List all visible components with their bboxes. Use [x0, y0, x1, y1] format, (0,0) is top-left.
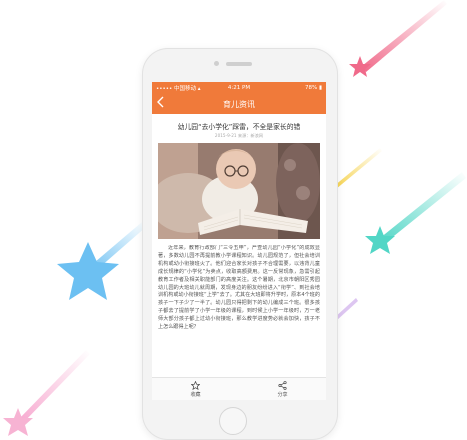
share-button[interactable]: 分享: [239, 378, 326, 400]
status-bar: ••••• 中国移动 ▴ 4:21 PM 78% ▮: [152, 82, 326, 94]
front-camera: [214, 61, 219, 66]
star-outline-icon: [191, 380, 200, 390]
page-title: 育儿资讯: [223, 99, 255, 109]
phone-speaker: [226, 62, 252, 66]
article-image: [158, 143, 320, 239]
light-pink-shooting-star-icon: [3, 350, 90, 436]
bottom-toolbar: 收藏 分享: [152, 377, 326, 400]
article: 幼儿园“去小学化”踩雷，不全是家长的错 2015-9-21 来源：新浪网 近年来…: [152, 114, 326, 355]
favorite-label: 收藏: [190, 391, 201, 398]
nav-bar: 育儿资讯: [152, 94, 326, 114]
baby-reading-photo: [158, 143, 320, 239]
home-button[interactable]: [219, 407, 247, 435]
yellow-streak-icon: [334, 148, 382, 189]
article-title: 幼儿园“去小学化”踩雷，不全是家长的错: [177, 123, 301, 131]
chevron-left-icon[interactable]: [157, 96, 167, 110]
article-body: 近年来，教育行政部门“三令五申”，严查幼儿园“小学化”的成效显著，多数幼儿园不再…: [158, 245, 320, 331]
status-time: 4:21 PM: [227, 85, 251, 91]
share-icon: [278, 380, 287, 390]
favorite-button[interactable]: 收藏: [152, 378, 239, 400]
article-meta: 2015-9-21 来源：新浪网: [214, 133, 264, 138]
teal-shooting-star-icon: [365, 172, 466, 254]
blue-shooting-star-icon: [57, 222, 146, 300]
app-screen: ••••• 中国移动 ▴ 4:21 PM 78% ▮ 育儿资讯 幼儿园“去小学化…: [152, 82, 326, 400]
share-label: 分享: [277, 391, 288, 398]
pink-shooting-star-icon: [349, 0, 447, 77]
